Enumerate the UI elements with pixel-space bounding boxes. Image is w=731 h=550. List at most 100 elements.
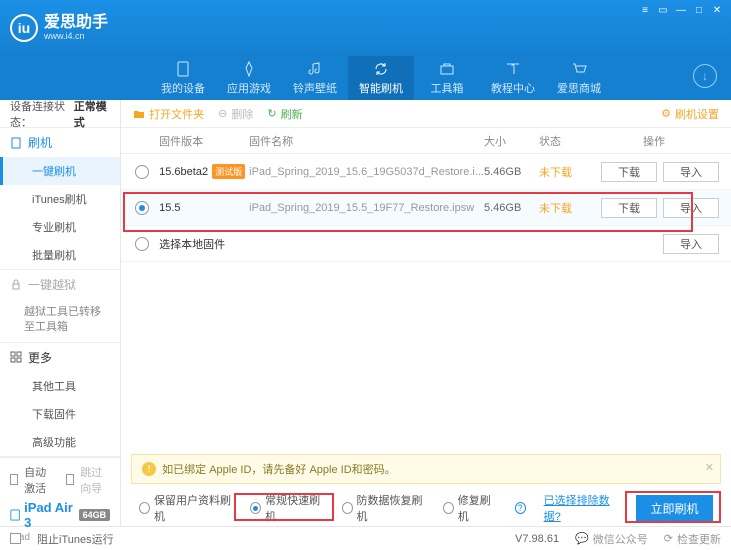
firmware-row[interactable]: 15.5 iPad_Spring_2019_15.5_19F77_Restore… [121,190,731,226]
sidebar-item-pro[interactable]: 专业刷机 [0,213,120,241]
tab-apps[interactable]: 应用游戏 [216,56,282,100]
auto-activate-checkbox[interactable] [10,474,18,485]
update-icon: ⟳ [664,532,673,545]
opt-repair[interactable]: 修复刷机 [443,492,497,524]
download-button[interactable]: 下载 [601,162,657,182]
opt-antirecovery[interactable]: 防数据恢复刷机 [342,492,425,524]
col-name: 固件名称 [249,133,484,149]
titlebar: iu 爱思助手 www.i4.cn ≡ ▭ — □ ✕ [0,0,731,56]
sidebar-flash-title[interactable]: 刷机 [0,128,120,157]
tab-tutorial[interactable]: 教程中心 [480,56,546,100]
block-itunes-checkbox[interactable] [10,533,21,544]
device-status: 设备连接状态：正常模式 [0,100,120,128]
window-controls: ≡ ▭ — □ ✕ [637,4,725,16]
music-icon [306,60,324,78]
row-name: iPad_Spring_2019_15.5_19F77_Restore.ipsw [249,202,484,214]
sidebar-item-itunes[interactable]: iTunes刷机 [0,185,120,213]
sidebar-jailbreak-title: 一键越狱 [0,270,120,299]
tools-icon [438,60,456,78]
col-version: 固件版本 [159,133,249,149]
skin-button[interactable]: ▭ [655,4,671,16]
maximize-button[interactable]: □ [691,4,707,16]
col-status: 状态 [539,133,589,149]
row-version: 15.5 [159,202,249,214]
col-ops: 操作 [589,133,719,149]
row-name: iPad_Spring_2019_15.6_19G5037d_Restore.i… [249,166,484,178]
opt-keepdata[interactable]: 保留用户资料刷机 [139,492,232,524]
sidebar-item-downloadfw[interactable]: 下载固件 [0,400,120,428]
skip-guide-checkbox[interactable] [66,474,74,485]
jailbreak-note: 越狱工具已转移至工具箱 [0,299,120,342]
row-local-label: 选择本地固件 [159,236,589,252]
tab-ringtone[interactable]: 铃声壁纸 [282,56,348,100]
gear-icon: ⚙ [661,107,671,120]
app-subtitle: www.i4.cn [44,32,108,42]
main-panel: 打开文件夹 ⊖删除 ↻刷新 ⚙刷机设置 固件版本 固件名称 大小 状态 操作 1… [121,100,731,526]
book-icon [504,60,522,78]
flash-now-button[interactable]: 立即刷机 [636,495,713,521]
sidebar-more-title[interactable]: 更多 [0,343,120,372]
sidebar: 设备连接状态：正常模式 刷机 一键刷机 iTunes刷机 专业刷机 批量刷机 一… [0,100,121,526]
app-title-block: 爱思助手 www.i4.cn [44,14,108,41]
open-folder-button[interactable]: 打开文件夹 [133,106,204,122]
download-center-button[interactable]: ↓ [693,64,717,88]
grid-icon [10,351,22,363]
firmware-row-local[interactable]: 选择本地固件 导入 [121,226,731,262]
row-size: 5.46GB [484,166,539,178]
warning-text: 如已绑定 Apple ID，请先备好 Apple ID和密码。 [162,461,396,477]
warning-close-button[interactable]: ✕ [705,461,714,474]
tab-flash[interactable]: 智能刷机 [348,56,414,100]
footer: 阻止iTunes运行 V7.98.61 💬微信公众号 ⟳检查更新 [0,526,731,550]
exclude-data-link[interactable]: 已选择排除数据? [544,492,618,524]
device-name-row[interactable]: iPad Air 3 64GB [10,500,110,530]
beta-tag: 测试版 [212,164,245,179]
row-radio[interactable] [135,165,149,179]
refresh-icon [372,60,390,78]
row-status: 未下载 [539,200,589,216]
menu-button[interactable]: ≡ [637,4,653,16]
sidebar-item-advanced[interactable]: 高级功能 [0,428,120,456]
sidebar-item-othertools[interactable]: 其他工具 [0,372,120,400]
col-size: 大小 [484,133,539,149]
app-title: 爱思助手 [44,14,108,32]
import-button[interactable]: 导入 [663,234,719,254]
sidebar-item-batch[interactable]: 批量刷机 [0,241,120,269]
row-radio[interactable] [135,201,149,215]
wechat-icon: 💬 [575,532,589,545]
tab-store[interactable]: 爱思商城 [546,56,612,100]
lock-icon [10,279,22,291]
row-status: 未下载 [539,164,589,180]
warning-bar: ! 如已绑定 Apple ID，请先备好 Apple ID和密码。 ✕ [131,454,721,484]
cart-icon [570,60,588,78]
tab-device[interactable]: 我的设备 [150,56,216,100]
refresh-small-icon: ↻ [267,107,276,120]
main-tabs: 我的设备 应用游戏 铃声壁纸 智能刷机 工具箱 教程中心 爱思商城 [0,56,731,100]
tab-tools[interactable]: 工具箱 [414,56,480,100]
close-button[interactable]: ✕ [709,4,725,16]
wechat-link[interactable]: 💬微信公众号 [575,531,648,547]
minimize-button[interactable]: — [673,4,689,16]
firmware-row[interactable]: 15.6beta2测试版 iPad_Spring_2019_15.6_19G50… [121,154,731,190]
import-button[interactable]: 导入 [663,162,719,182]
flash-icon [10,137,22,149]
table-header: 固件版本 固件名称 大小 状态 操作 [121,128,731,154]
info-icon[interactable]: ? [515,502,526,514]
storage-badge: 64GB [79,509,111,521]
check-update-link[interactable]: ⟳检查更新 [664,531,721,547]
logo-icon: iu [10,14,38,42]
refresh-button[interactable]: ↻刷新 [267,106,302,122]
warning-icon: ! [142,462,156,476]
device-icon [174,60,192,78]
flash-settings-button[interactable]: ⚙刷机设置 [661,106,719,122]
toolbar: 打开文件夹 ⊖删除 ↻刷新 ⚙刷机设置 [121,100,731,128]
ipad-icon [10,508,20,522]
row-size: 5.46GB [484,202,539,214]
delete-button[interactable]: ⊖删除 [218,106,253,122]
row-radio[interactable] [135,237,149,251]
row-version: 15.6beta2测试版 [159,164,249,179]
sidebar-item-oneclick[interactable]: 一键刷机 [0,157,120,185]
opt-normal[interactable]: 常规快速刷机 [250,492,323,524]
import-button[interactable]: 导入 [663,198,719,218]
download-button[interactable]: 下载 [601,198,657,218]
delete-icon: ⊖ [218,107,227,120]
